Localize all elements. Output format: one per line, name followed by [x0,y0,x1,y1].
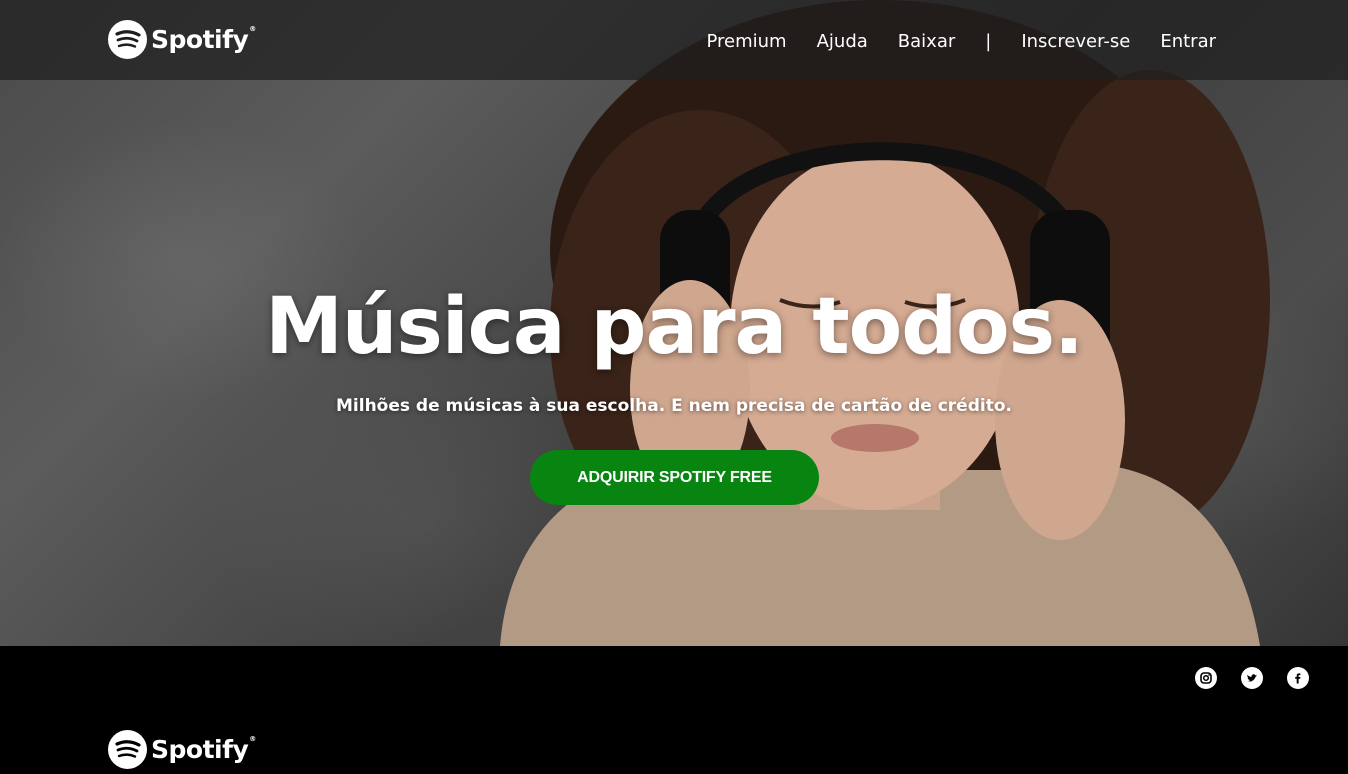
get-spotify-free-button[interactable]: ADQUIRIR SPOTIFY FREE [530,450,819,505]
nav-premium[interactable]: Premium [706,31,786,52]
nav-baixar[interactable]: Baixar [898,31,955,52]
spotify-logo-icon [108,20,147,59]
twitter-icon[interactable] [1241,667,1263,689]
top-navigation-bar: Spotify® Premium Ajuda Baixar | Inscreve… [0,0,1348,80]
footer-spotify-logo[interactable]: Spotify® [108,730,256,769]
logo-wordmark: Spotify® [151,25,256,54]
social-links [1195,667,1309,689]
hero-section: Spotify® Premium Ajuda Baixar | Inscreve… [0,0,1348,646]
facebook-icon[interactable] [1287,667,1309,689]
nav-divider: | [985,31,992,52]
nav-entrar[interactable]: Entrar [1160,31,1216,52]
spotify-logo[interactable]: Spotify® [108,20,256,59]
nav-ajuda[interactable]: Ajuda [817,31,868,52]
nav-inscrever-se[interactable]: Inscrever-se [1021,31,1130,52]
logo-wordmark: Spotify® [151,735,256,764]
lips-shape [831,424,919,452]
hero-headline: Música para todos. [265,282,1083,372]
main-nav: Premium Ajuda Baixar | Inscrever-se Entr… [706,31,1216,52]
spotify-logo-icon [108,730,147,769]
hero-subline: Milhões de músicas à sua escolha. E nem … [336,396,1012,416]
instagram-icon[interactable] [1195,667,1217,689]
